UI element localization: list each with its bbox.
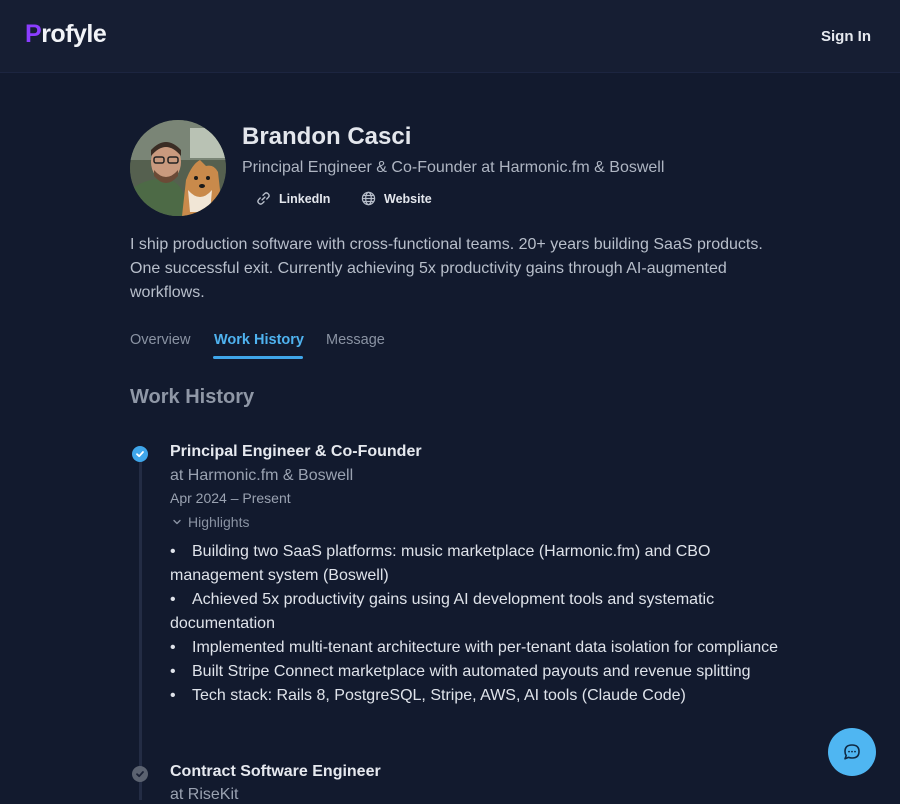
list-item: Built Stripe Connect marketplace with au… [170,660,780,684]
chat-bubble-icon [844,744,860,760]
list-item: Tech stack: Rails 8, PostgreSQL, Stripe,… [170,684,780,708]
avatar-photo [130,120,226,216]
linkedin-link[interactable]: LinkedIn [256,191,330,206]
check-circle-icon [132,766,148,782]
profile-name: Brandon Casci [242,123,412,150]
link-icon [257,192,270,205]
list-item: Achieved 5x productivity gains using AI … [170,588,780,636]
list-item: Building two SaaS platforms: music marke… [170,540,780,588]
job-title: Principal Engineer & Co-Founder [170,443,422,460]
highlights-list: Building two SaaS platforms: music marke… [170,540,780,708]
logo-text: rofyle [41,20,107,48]
tab-work-history[interactable]: Work History [214,332,304,348]
website-label: Website [384,191,432,206]
logo-letter: P [25,20,42,48]
tab-overview[interactable]: Overview [130,332,190,348]
tab-message[interactable]: Message [326,332,385,348]
profile-bio: I ship production software with cross-fu… [130,236,763,301]
job-title: Contract Software Engineer [170,763,381,780]
avatar [130,120,226,216]
job-company: at RiseKit [170,786,239,803]
globe-icon [361,191,376,206]
job-company: at Harmonic.fm & Boswell [170,467,354,484]
highlights-label: Highlights [188,514,250,530]
profile-role: Principal Engineer & Co-Founder at Harmo… [242,159,665,176]
chevron-down-icon [173,519,181,525]
profyle-logo[interactable]: Profyle [25,20,107,49]
list-item: Implemented multi-tenant architecture wi… [170,636,780,660]
website-link[interactable]: Website [361,191,432,206]
job-dates: Apr 2024 – Present [170,490,291,506]
section-title: Work History [130,386,255,408]
chat-button[interactable] [828,728,876,776]
highlights-toggle[interactable]: Highlights [172,514,249,530]
timeline-line [139,454,142,800]
check-circle-icon [132,446,148,462]
active-tab-indicator [213,356,303,359]
linkedin-label: LinkedIn [279,191,331,206]
sign-in-link[interactable]: Sign In [821,28,871,45]
top-navigation-bar: Profyle Sign In [0,0,900,73]
